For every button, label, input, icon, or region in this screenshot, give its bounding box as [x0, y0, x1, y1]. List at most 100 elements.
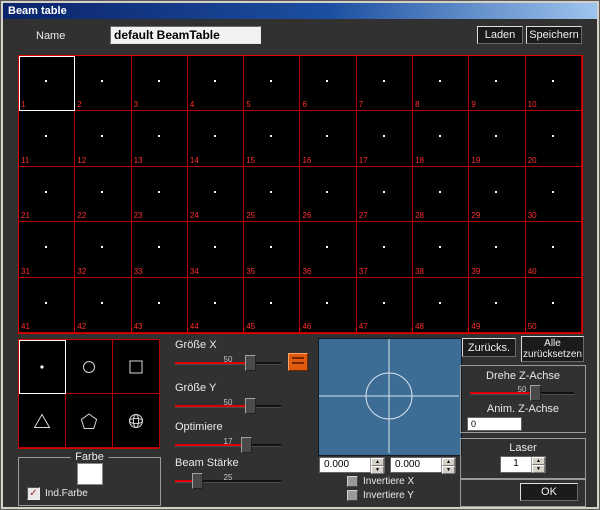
beam-cell-19[interactable]: 19	[469, 111, 526, 167]
beam-cell-40[interactable]: 40	[525, 222, 582, 278]
laser-value[interactable]: 1	[501, 457, 531, 472]
beam-cell-22[interactable]: 22	[75, 166, 132, 223]
beam-cell-37[interactable]: 37	[356, 222, 414, 278]
groesse-y-slider[interactable]: 50	[175, 397, 281, 414]
beam-cell-18[interactable]: 18	[413, 111, 470, 167]
pentagon-icon	[80, 412, 98, 429]
alle-zuruecksetzen-button[interactable]: Alle zurücksetzen	[521, 336, 584, 362]
beam-cell-49[interactable]: 49	[469, 277, 526, 333]
beam-cell-43[interactable]: 43	[131, 277, 188, 333]
beam-cell-2[interactable]: 2	[75, 56, 132, 112]
beam-cell-12[interactable]: 12	[75, 111, 132, 167]
coord-y-spinner: ▲ ▼	[441, 458, 455, 474]
beam-cell-3[interactable]: 3	[131, 56, 188, 112]
ok-button[interactable]: OK	[520, 483, 578, 501]
invert-x-checkbox[interactable]	[347, 476, 358, 487]
beam-cell-39[interactable]: 39	[469, 222, 526, 278]
beam-cell-number: 41	[21, 322, 30, 331]
beam-cell-number: 26	[302, 211, 312, 221]
laser-down-button[interactable]: ▼	[532, 465, 545, 473]
beam-cell-47[interactable]: 47	[356, 277, 414, 333]
beam-preview[interactable]	[318, 338, 462, 456]
beam-cell-6[interactable]: 6	[300, 56, 357, 112]
beam-cell-30[interactable]: 30	[525, 166, 582, 223]
beam-cell-15[interactable]: 15	[244, 111, 301, 167]
color-swatch[interactable]	[77, 463, 103, 485]
beam-cell-number: 14	[189, 155, 199, 165]
speichern-button[interactable]: Speichern	[526, 26, 582, 44]
slider-thumb[interactable]	[530, 385, 542, 401]
beam-cell-41[interactable]: 41	[19, 277, 76, 333]
circle-icon	[83, 360, 95, 373]
beam-cell-8[interactable]: 8	[413, 56, 470, 112]
beam-cell-21[interactable]: 21	[19, 166, 76, 223]
beam-cell-36[interactable]: 36	[300, 222, 357, 278]
ind-farbe-checkbox[interactable]: ✓	[27, 487, 40, 500]
beam-cell-11[interactable]: 11	[19, 111, 76, 167]
shape-sphere[interactable]	[113, 394, 160, 448]
beam-cell-26[interactable]: 26	[300, 166, 357, 223]
groesse-x-slider[interactable]: 50	[175, 354, 281, 371]
shape-dot[interactable]	[19, 340, 66, 394]
laser-up-button[interactable]: ▲	[532, 457, 545, 465]
coord-y-down-button[interactable]: ▼	[442, 466, 455, 474]
beam-cell-42[interactable]: 42	[75, 277, 132, 333]
slider-thumb[interactable]	[245, 398, 257, 414]
beam-cell-10[interactable]: 10	[525, 56, 582, 112]
beam-cell-4[interactable]: 4	[187, 56, 245, 112]
beam-cell-46[interactable]: 46	[300, 277, 357, 333]
shape-circle[interactable]	[66, 340, 113, 394]
beam-cell-9[interactable]: 9	[469, 56, 526, 112]
beam-cell-28[interactable]: 28	[413, 166, 470, 223]
beam-cell-27[interactable]: 27	[356, 166, 414, 223]
beam-cell-34[interactable]: 34	[187, 222, 245, 278]
invert-y-checkbox[interactable]	[347, 490, 358, 501]
drehe-z-slider[interactable]: 50	[470, 384, 574, 401]
shape-pentagon[interactable]	[66, 394, 113, 448]
slider-thumb[interactable]	[192, 473, 204, 489]
slider-thumb[interactable]	[240, 437, 252, 453]
beam-staerke-slider[interactable]: 25	[175, 472, 281, 489]
coord-x-value[interactable]: 0.000	[320, 458, 370, 472]
beam-cell-7[interactable]: 7	[356, 56, 414, 112]
beam-cell-29[interactable]: 29	[469, 166, 526, 223]
beam-cell-14[interactable]: 14	[187, 111, 245, 167]
beam-cell-48[interactable]: 48	[413, 277, 470, 333]
beam-cell-16[interactable]: 16	[300, 111, 357, 167]
name-input[interactable]	[110, 26, 261, 44]
beam-cell-23[interactable]: 23	[131, 166, 188, 223]
zurueck-button[interactable]: Zurücks.	[462, 338, 516, 357]
beam-cell-13[interactable]: 13	[131, 111, 188, 167]
coord-y-up-button[interactable]: ▲	[442, 458, 455, 466]
titlebar[interactable]: Beam table	[3, 3, 597, 19]
beam-cell-45[interactable]: 45	[244, 277, 301, 333]
optimiere-slider[interactable]: 17	[175, 436, 281, 453]
beam-cell-31[interactable]: 31	[19, 222, 76, 278]
beam-cell-number: 20	[527, 155, 537, 165]
beam-cell-17[interactable]: 17	[356, 111, 414, 167]
beam-cell-50[interactable]: 50	[525, 277, 582, 333]
shape-triangle[interactable]	[19, 394, 66, 448]
beam-dot-icon	[326, 135, 329, 138]
beam-cell-44[interactable]: 44	[187, 277, 245, 333]
coord-x-up-button[interactable]: ▲	[371, 458, 384, 466]
beam-dot-icon	[44, 301, 47, 304]
beam-cell-number: 34	[189, 266, 199, 276]
beam-cell-38[interactable]: 38	[413, 222, 470, 278]
beam-cell-20[interactable]: 20	[525, 111, 582, 167]
beam-options-button[interactable]	[288, 353, 308, 371]
slider-thumb[interactable]	[245, 355, 257, 371]
anim-z-input[interactable]: 0	[467, 417, 522, 431]
coord-x-down-button[interactable]: ▼	[371, 466, 384, 474]
beam-dot-icon	[495, 190, 498, 193]
shape-square[interactable]	[113, 340, 160, 394]
beam-cell-35[interactable]: 35	[244, 222, 301, 278]
beam-cell-5[interactable]: 5	[244, 56, 301, 112]
laden-button[interactable]: Laden	[477, 26, 523, 44]
beam-cell-32[interactable]: 32	[75, 222, 132, 278]
beam-cell-25[interactable]: 25	[244, 166, 301, 223]
coord-y-value[interactable]: 0.000	[391, 458, 441, 472]
beam-cell-33[interactable]: 33	[131, 222, 188, 278]
beam-cell-1[interactable]: 1	[19, 56, 76, 112]
beam-cell-24[interactable]: 24	[187, 166, 245, 223]
